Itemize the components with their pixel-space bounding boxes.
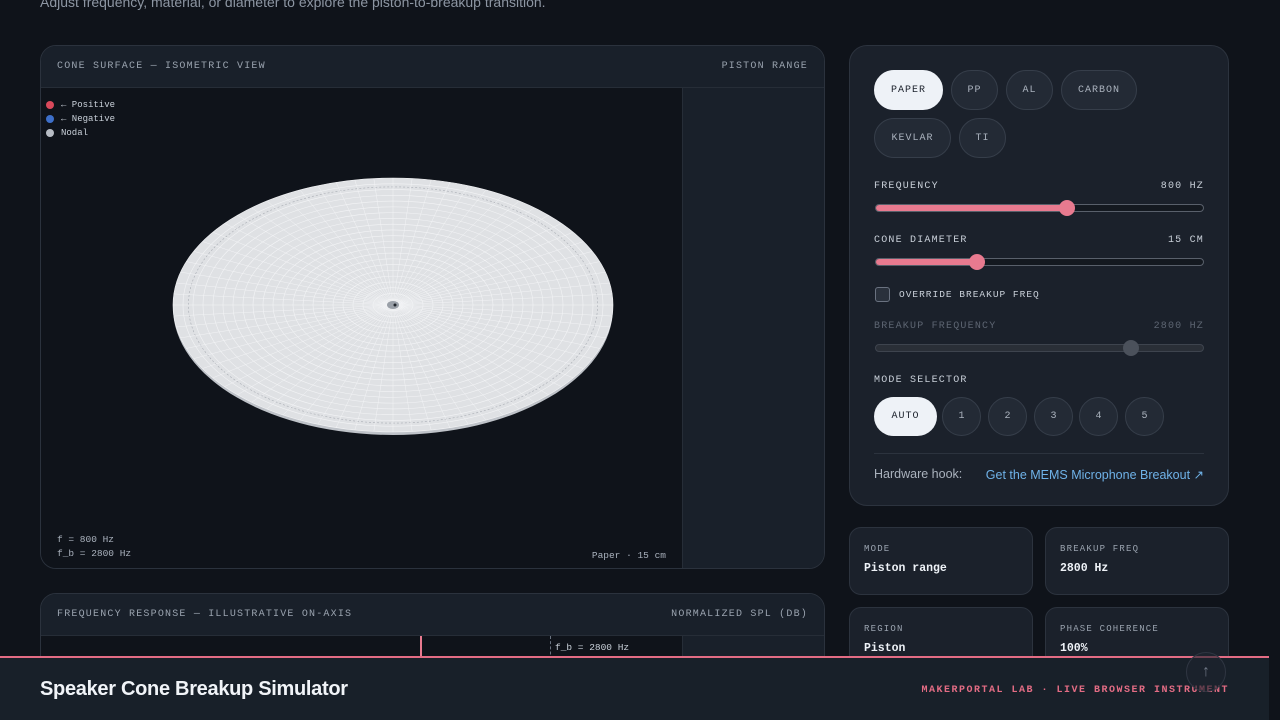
mode-1-button[interactable]: 1 (942, 397, 981, 436)
diameter-label: CONE DIAMETER (874, 235, 968, 246)
cone-panel-header: CONE SURFACE — ISOMETRIC VIEW PISTON RAN… (41, 46, 824, 88)
legend-item-positive: ← Positive (46, 98, 115, 112)
breakup-frequency-slider[interactable] (875, 340, 1204, 356)
mode-5-button[interactable]: 5 (1125, 397, 1164, 436)
legend-label: Nodal (61, 128, 89, 138)
freq-panel-title: FREQUENCY RESPONSE — ILLUSTRATIVE ON-AXI… (57, 609, 353, 620)
control-divider (874, 453, 1204, 454)
breakup-frequency-label: BREAKUP FREQUENCY (874, 321, 997, 332)
frequency-value: 800 HZ (1160, 181, 1204, 192)
positive-swatch (46, 101, 54, 109)
readout-material: Paper · 15 cm (591, 550, 666, 561)
material-kevlar-button[interactable]: KEVLAR (874, 118, 951, 158)
arrow-up-icon: ↑ (1202, 663, 1210, 680)
material-al-button[interactable]: AL (1006, 70, 1053, 110)
breakup-marker-label: f_b = 2800 Hz (555, 642, 630, 653)
readout-breakup: f_b = 2800 Hz (57, 548, 132, 559)
legend-item-negative: ← Negative (46, 112, 115, 126)
frequency-label: FREQUENCY (874, 181, 939, 192)
dust-cap (387, 301, 399, 309)
diameter-value: 15 CM (1167, 235, 1204, 246)
material-ti-button[interactable]: TI (959, 118, 1006, 158)
control-card: PAPER PP AL CARBON KEVLAR TI FREQUENCY 8… (849, 45, 1229, 506)
hardware-hook-label: Hardware hook: (874, 467, 963, 481)
nodal-swatch (46, 129, 54, 137)
legend-label: ← Positive (61, 100, 116, 110)
freq-panel-axis-label: NORMALIZED SPL (DB) (671, 609, 808, 620)
cone-readout: f = 800 Hz f_b = 2800 Hz (57, 533, 131, 561)
stat-label: PHASE COHERENCE (1060, 624, 1160, 634)
bottom-bar: Speaker Cone Breakup Simulator MAKERPORT… (0, 656, 1269, 720)
stat-value: Piston (864, 642, 906, 655)
material-pp-button[interactable]: PP (951, 70, 998, 110)
stat-value: Piston range (864, 562, 947, 575)
mode-4-button[interactable]: 4 (1079, 397, 1118, 436)
diameter-slider-thumb[interactable] (969, 254, 986, 270)
hardware-hook-link[interactable]: Get the MEMS Microphone Breakout ↗ (986, 467, 1204, 482)
legend-item-nodal: Nodal (46, 126, 115, 140)
stat-value: 100% (1060, 642, 1088, 655)
cone-legend: ← Positive ← Negative Nodal (46, 98, 115, 140)
stat-label: REGION (864, 624, 904, 634)
scroll-top-button[interactable]: ↑ (1186, 652, 1226, 692)
frequency-slider-thumb[interactable] (1059, 200, 1076, 216)
negative-swatch (46, 115, 54, 123)
diameter-slider-fill (876, 259, 978, 265)
stat-breakup-freq: BREAKUP FREQ 2800 Hz (1045, 527, 1229, 595)
cone-canvas[interactable]: ← Positive ← Negative Nodal f = 800 Hz f… (41, 88, 682, 568)
frequency-slider-fill (876, 205, 1068, 211)
freq-panel-header: FREQUENCY RESPONSE — ILLUSTRATIVE ON-AXI… (41, 594, 824, 636)
cone-side-panel (682, 88, 824, 568)
override-breakup-label[interactable]: OVERRIDE BREAKUP FREQ (899, 289, 1040, 300)
stat-label: BREAKUP FREQ (1060, 544, 1140, 554)
breakup-slider-thumb[interactable] (1123, 340, 1140, 356)
cone-surface-panel: CONE SURFACE — ISOMETRIC VIEW PISTON RAN… (40, 45, 825, 569)
material-carbon-button[interactable]: CARBON (1061, 70, 1137, 110)
mode-auto-button[interactable]: AUTO (874, 397, 937, 436)
brand-tag: MAKERPORTAL LAB · LIVE BROWSER INSTRUMEN… (921, 685, 1229, 696)
stat-mode: MODE Piston range (849, 527, 1033, 595)
mode-3-button[interactable]: 3 (1034, 397, 1073, 436)
breakup-frequency-value: 2800 HZ (1153, 321, 1204, 332)
cone-center-point (393, 303, 397, 307)
cone-panel-status: PISTON RANGE (721, 61, 808, 72)
frequency-slider[interactable] (875, 200, 1204, 216)
stat-label: MODE (864, 544, 891, 554)
mode-selector-label: MODE SELECTOR (874, 375, 968, 386)
readout-frequency: f = 800 Hz (57, 534, 115, 545)
cone-surface-plot (172, 177, 614, 435)
material-paper-button[interactable]: PAPER (874, 70, 943, 110)
app-title: Speaker Cone Breakup Simulator (40, 678, 348, 700)
page-subtitle: Adjust frequency, material, or diameter … (40, 0, 546, 10)
cone-panel-title: CONE SURFACE — ISOMETRIC VIEW (57, 61, 266, 72)
override-breakup-checkbox[interactable] (875, 287, 890, 302)
legend-label: ← Negative (61, 114, 116, 124)
stat-value: 2800 Hz (1060, 562, 1109, 575)
mode-2-button[interactable]: 2 (988, 397, 1027, 436)
diameter-slider[interactable] (875, 254, 1204, 270)
